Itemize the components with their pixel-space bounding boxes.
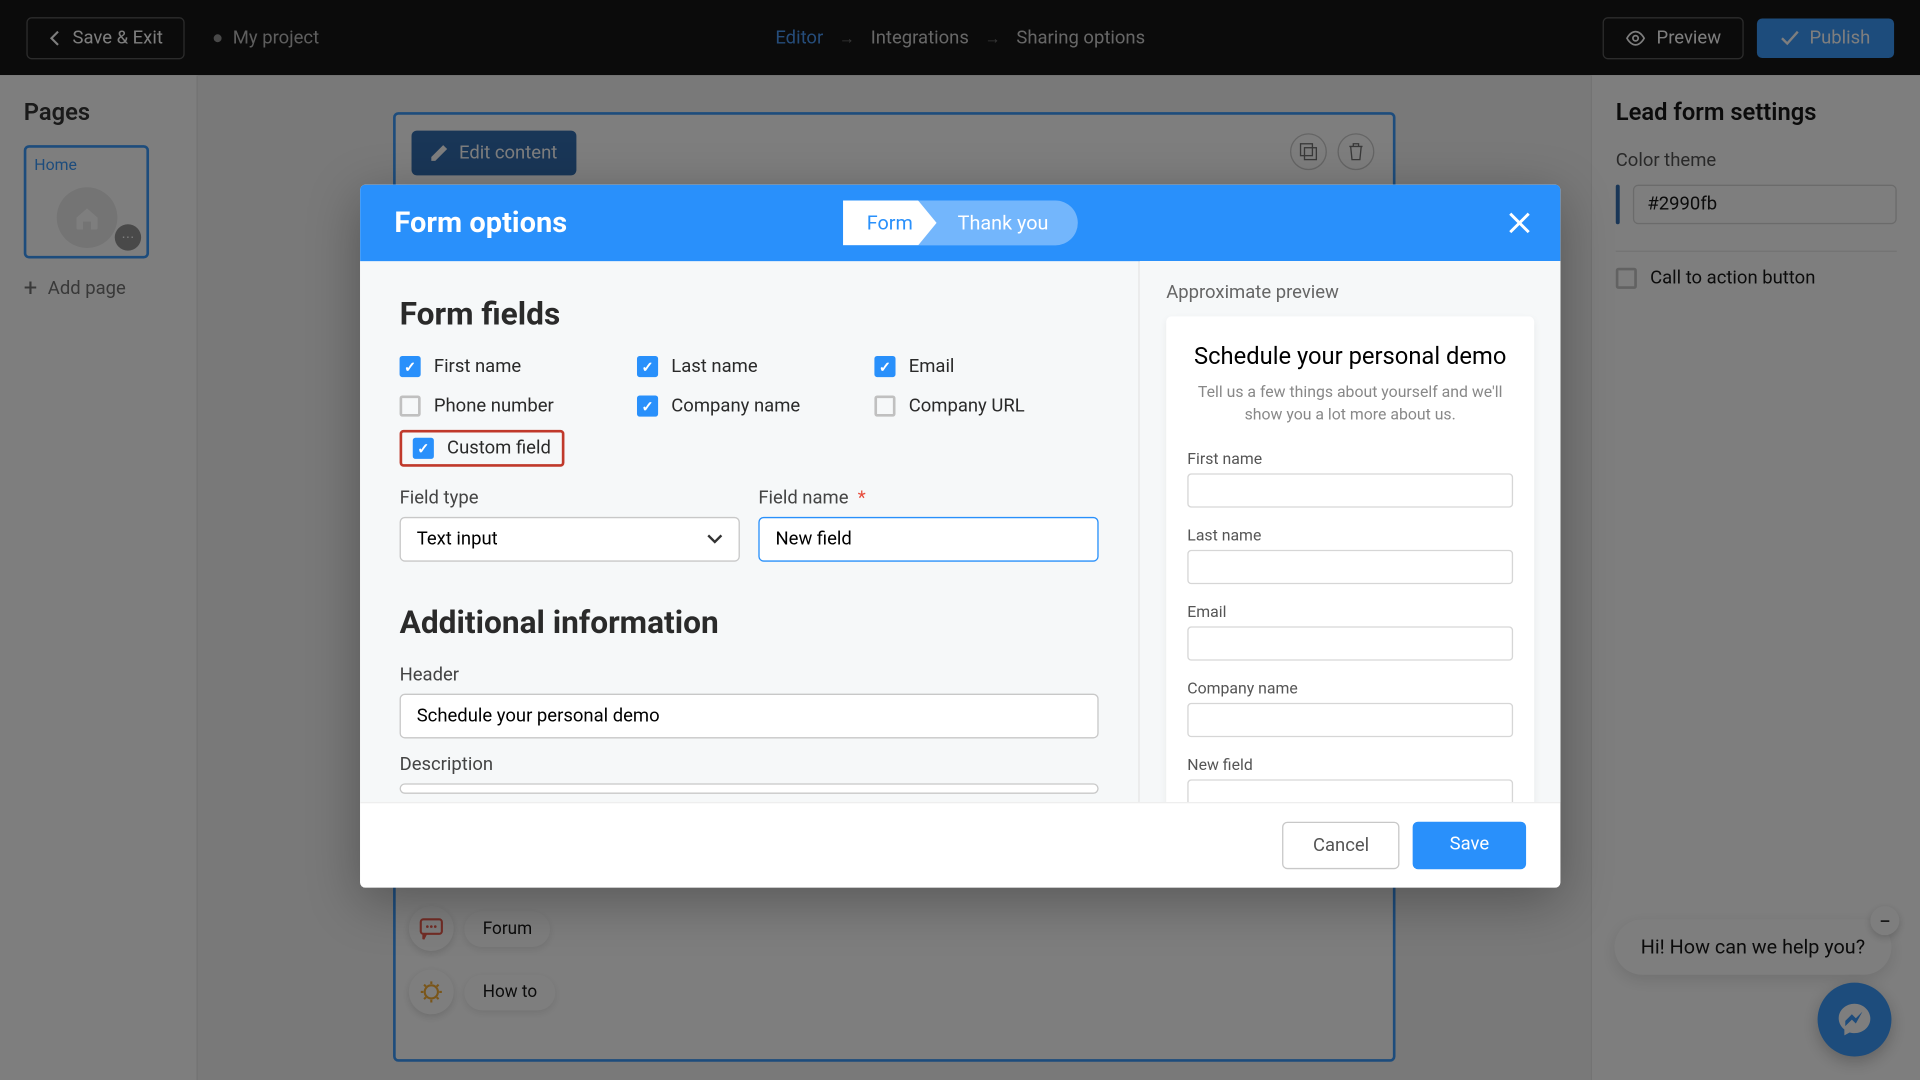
section-form-fields: Form fields	[400, 295, 1099, 332]
checkbox-icon	[400, 356, 421, 377]
checkbox-icon	[874, 356, 895, 377]
field-email[interactable]: Email	[874, 356, 1098, 377]
description-input[interactable]	[400, 783, 1099, 794]
custom-field-row: Field type Text input Field name *	[400, 488, 1099, 562]
form-options-modal: Form options Form Thank you Form fields …	[360, 185, 1560, 888]
header-label: Header	[400, 665, 1099, 686]
section-additional: Additional information	[400, 604, 1099, 641]
field-company-url[interactable]: Company URL	[874, 396, 1098, 417]
field-name-col: Field name *	[758, 488, 1098, 562]
chevron-down-icon	[707, 534, 723, 545]
modal-tabs: Form Thank you	[843, 200, 1077, 245]
preview-field: Company name	[1187, 679, 1513, 737]
close-icon	[1508, 211, 1532, 235]
preview-sub: Tell us a few things about yourself and …	[1187, 381, 1513, 425]
description-label: Description	[400, 754, 1099, 775]
preview-field: New field	[1187, 755, 1513, 802]
field-name-label: Field name *	[758, 488, 1098, 509]
checkbox-icon	[413, 438, 434, 459]
modal-body-left: Form fields First name Last name Email P…	[360, 261, 1138, 802]
field-type-select[interactable]: Text input	[400, 517, 740, 562]
field-custom[interactable]: Custom field	[413, 438, 551, 459]
modal-footer: Cancel Save	[360, 802, 1560, 888]
preview-label: Approximate preview	[1166, 282, 1534, 303]
tab-form[interactable]: Form	[843, 200, 937, 245]
preview-field: First name	[1187, 449, 1513, 507]
field-name-input[interactable]	[758, 517, 1098, 562]
checkbox-icon	[400, 396, 421, 417]
modal-body: Form fields First name Last name Email P…	[360, 261, 1560, 802]
header-input[interactable]	[400, 694, 1099, 739]
modal-body-right: Approximate preview Schedule your person…	[1138, 261, 1560, 802]
field-custom-highlight: Custom field	[400, 430, 565, 467]
preview-field: Last name	[1187, 526, 1513, 584]
preview-title: Schedule your personal demo	[1187, 343, 1513, 371]
cancel-button[interactable]: Cancel	[1283, 822, 1400, 869]
field-phone[interactable]: Phone number	[400, 396, 624, 417]
modal-title: Form options	[394, 206, 567, 239]
field-company[interactable]: Company name	[637, 396, 861, 417]
modal-header: Form options Form Thank you	[360, 185, 1560, 262]
tab-thank-you[interactable]: Thank you	[918, 200, 1077, 245]
save-button[interactable]: Save	[1413, 822, 1526, 869]
preview-card: Schedule your personal demo Tell us a fe…	[1166, 317, 1534, 802]
checkbox-icon	[874, 396, 895, 417]
field-type-col: Field type Text input	[400, 488, 740, 562]
field-first-name[interactable]: First name	[400, 356, 624, 377]
preview-field: Email	[1187, 602, 1513, 660]
modal-overlay[interactable]: Form options Form Thank you Form fields …	[0, 0, 1920, 1080]
fields-grid: First name Last name Email Phone number …	[400, 356, 1099, 417]
field-type-value: Text input	[417, 529, 498, 550]
checkbox-icon	[637, 356, 658, 377]
checkbox-icon	[637, 396, 658, 417]
field-type-label: Field type	[400, 488, 740, 509]
close-button[interactable]	[1508, 211, 1532, 235]
field-last-name[interactable]: Last name	[637, 356, 861, 377]
